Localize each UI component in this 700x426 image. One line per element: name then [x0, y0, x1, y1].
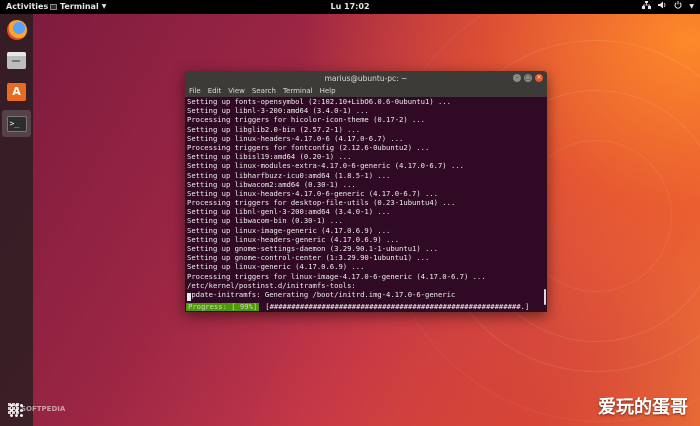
clock-label[interactable]: Lu 17:02 [330, 2, 369, 11]
terminal-line: Setting up linux-image-generic (4.17.0.6… [187, 225, 391, 235]
minimize-button[interactable]: – [513, 74, 521, 82]
terminal-line: Setting up libnl-genl-3-200:amd64 (3.4.0… [187, 207, 391, 217]
terminal-line: Setting up libisl19:amd64 (0.20-1) ... [187, 152, 352, 162]
terminal-window[interactable]: marius@ubuntu-pc: ~ – □ × File Edit View… [185, 71, 547, 312]
terminal-line: Setting up libwacom-bin (0.30-1) ... [187, 216, 343, 226]
progress-bar: [#######################################… [265, 302, 530, 311]
menu-help[interactable]: Help [320, 87, 336, 95]
terminal-line: Setting up gnome-settings-daemon (3.29.9… [187, 244, 438, 253]
terminal-line: Setting up linux-generic (4.17.0.6.9) ..… [187, 262, 365, 272]
window-titlebar[interactable]: marius@ubuntu-pc: ~ – □ × [185, 71, 547, 85]
menu-view[interactable]: View [228, 87, 245, 95]
terminal-icon: >_ [6, 115, 27, 132]
maximize-button[interactable]: □ [524, 74, 532, 82]
firefox-icon [6, 19, 27, 40]
terminal-line: Setting up gnome-control-center (1:3.29.… [187, 253, 430, 263]
menu-search[interactable]: Search [252, 87, 276, 95]
terminal-line: Setting up libharfbuzz-icu0:amd64 (1.8.5… [187, 170, 391, 180]
menu-terminal[interactable]: Terminal [283, 87, 313, 95]
progress-row: Progress: [ 99%] [######################… [186, 302, 529, 311]
window-title: marius@ubuntu-pc: ~ [324, 73, 408, 83]
power-icon [674, 1, 682, 11]
terminal-line: Setting up libwacom2:amd64 (0.30-1) ... [187, 179, 356, 189]
terminal-line: /etc/kernel/postinst.d/initramfs-tools: [187, 280, 356, 290]
desktop: Activities Terminal ▼ Lu 17:02 ▼ A >_ ma… [0, 0, 700, 426]
software-center-icon: A [7, 82, 26, 101]
top-bar: Activities Terminal ▼ Lu 17:02 ▼ [0, 0, 700, 14]
terminal-line: Processing triggers for desktop-file-uti… [187, 198, 456, 208]
terminal-line: Processing triggers for fontconfig (2.12… [187, 142, 430, 152]
softpedia-logo-icon [8, 403, 19, 414]
terminal-output[interactable]: Setting up fonts-opensymbol (2:102.10+Li… [185, 97, 547, 312]
files-icon [7, 52, 26, 69]
dock-item-software[interactable]: A [2, 78, 31, 105]
dock: A >_ [0, 14, 33, 426]
menu-file[interactable]: File [189, 87, 201, 95]
terminal-line: Processing triggers for linux-image-4.17… [187, 271, 486, 281]
cursor-line [187, 293, 191, 302]
system-tray[interactable]: ▼ [642, 1, 694, 11]
dock-item-firefox[interactable] [2, 16, 31, 43]
scrollbar[interactable] [544, 289, 546, 305]
chevron-down-icon: ▼ [689, 2, 694, 10]
network-icon [642, 1, 652, 11]
terminal-line: Setting up fonts-opensymbol (2:102.10+Li… [187, 97, 451, 106]
terminal-line: Setting up linux-headers-generic (4.17.0… [187, 234, 400, 244]
dock-item-files[interactable] [2, 47, 31, 74]
softpedia-watermark: SOFTPEDIA [8, 403, 65, 414]
softpedia-text: SOFTPEDIA [21, 404, 66, 413]
dock-item-terminal[interactable]: >_ [2, 110, 31, 137]
terminal-line: Setting up linux-modules-extra-4.17.0-6-… [187, 161, 464, 171]
text-cursor [187, 293, 191, 301]
terminal-line: Setting up linux-headers-4.17.0-6-generi… [187, 188, 438, 198]
terminal-lines: Setting up fonts-opensymbol (2:102.10+Li… [187, 97, 486, 299]
terminal-line: Setting up libnl-3-200:amd64 (3.4.0-1) .… [187, 106, 369, 116]
terminal-line: Setting up linux-headers-4.17.0-6 (4.17.… [187, 133, 404, 143]
source-watermark: 爱玩的蛋哥 [598, 397, 688, 418]
terminal-line: update-initramfs: Generating /boot/initr… [187, 289, 456, 299]
menu-edit[interactable]: Edit [208, 87, 222, 95]
terminal-line: Processing triggers for hicolor-icon-the… [187, 115, 425, 125]
window-controls: – □ × [513, 74, 543, 82]
terminal-menubar: File Edit View Search Terminal Help [185, 85, 547, 97]
terminal-line: Setting up libglib2.0-bin (2.57.2-1) ... [187, 124, 361, 134]
close-button[interactable]: × [535, 74, 543, 82]
progress-label: Progress: [ 99%] [186, 301, 260, 311]
clock: Lu 17:02 [0, 2, 700, 11]
volume-icon [658, 1, 667, 11]
